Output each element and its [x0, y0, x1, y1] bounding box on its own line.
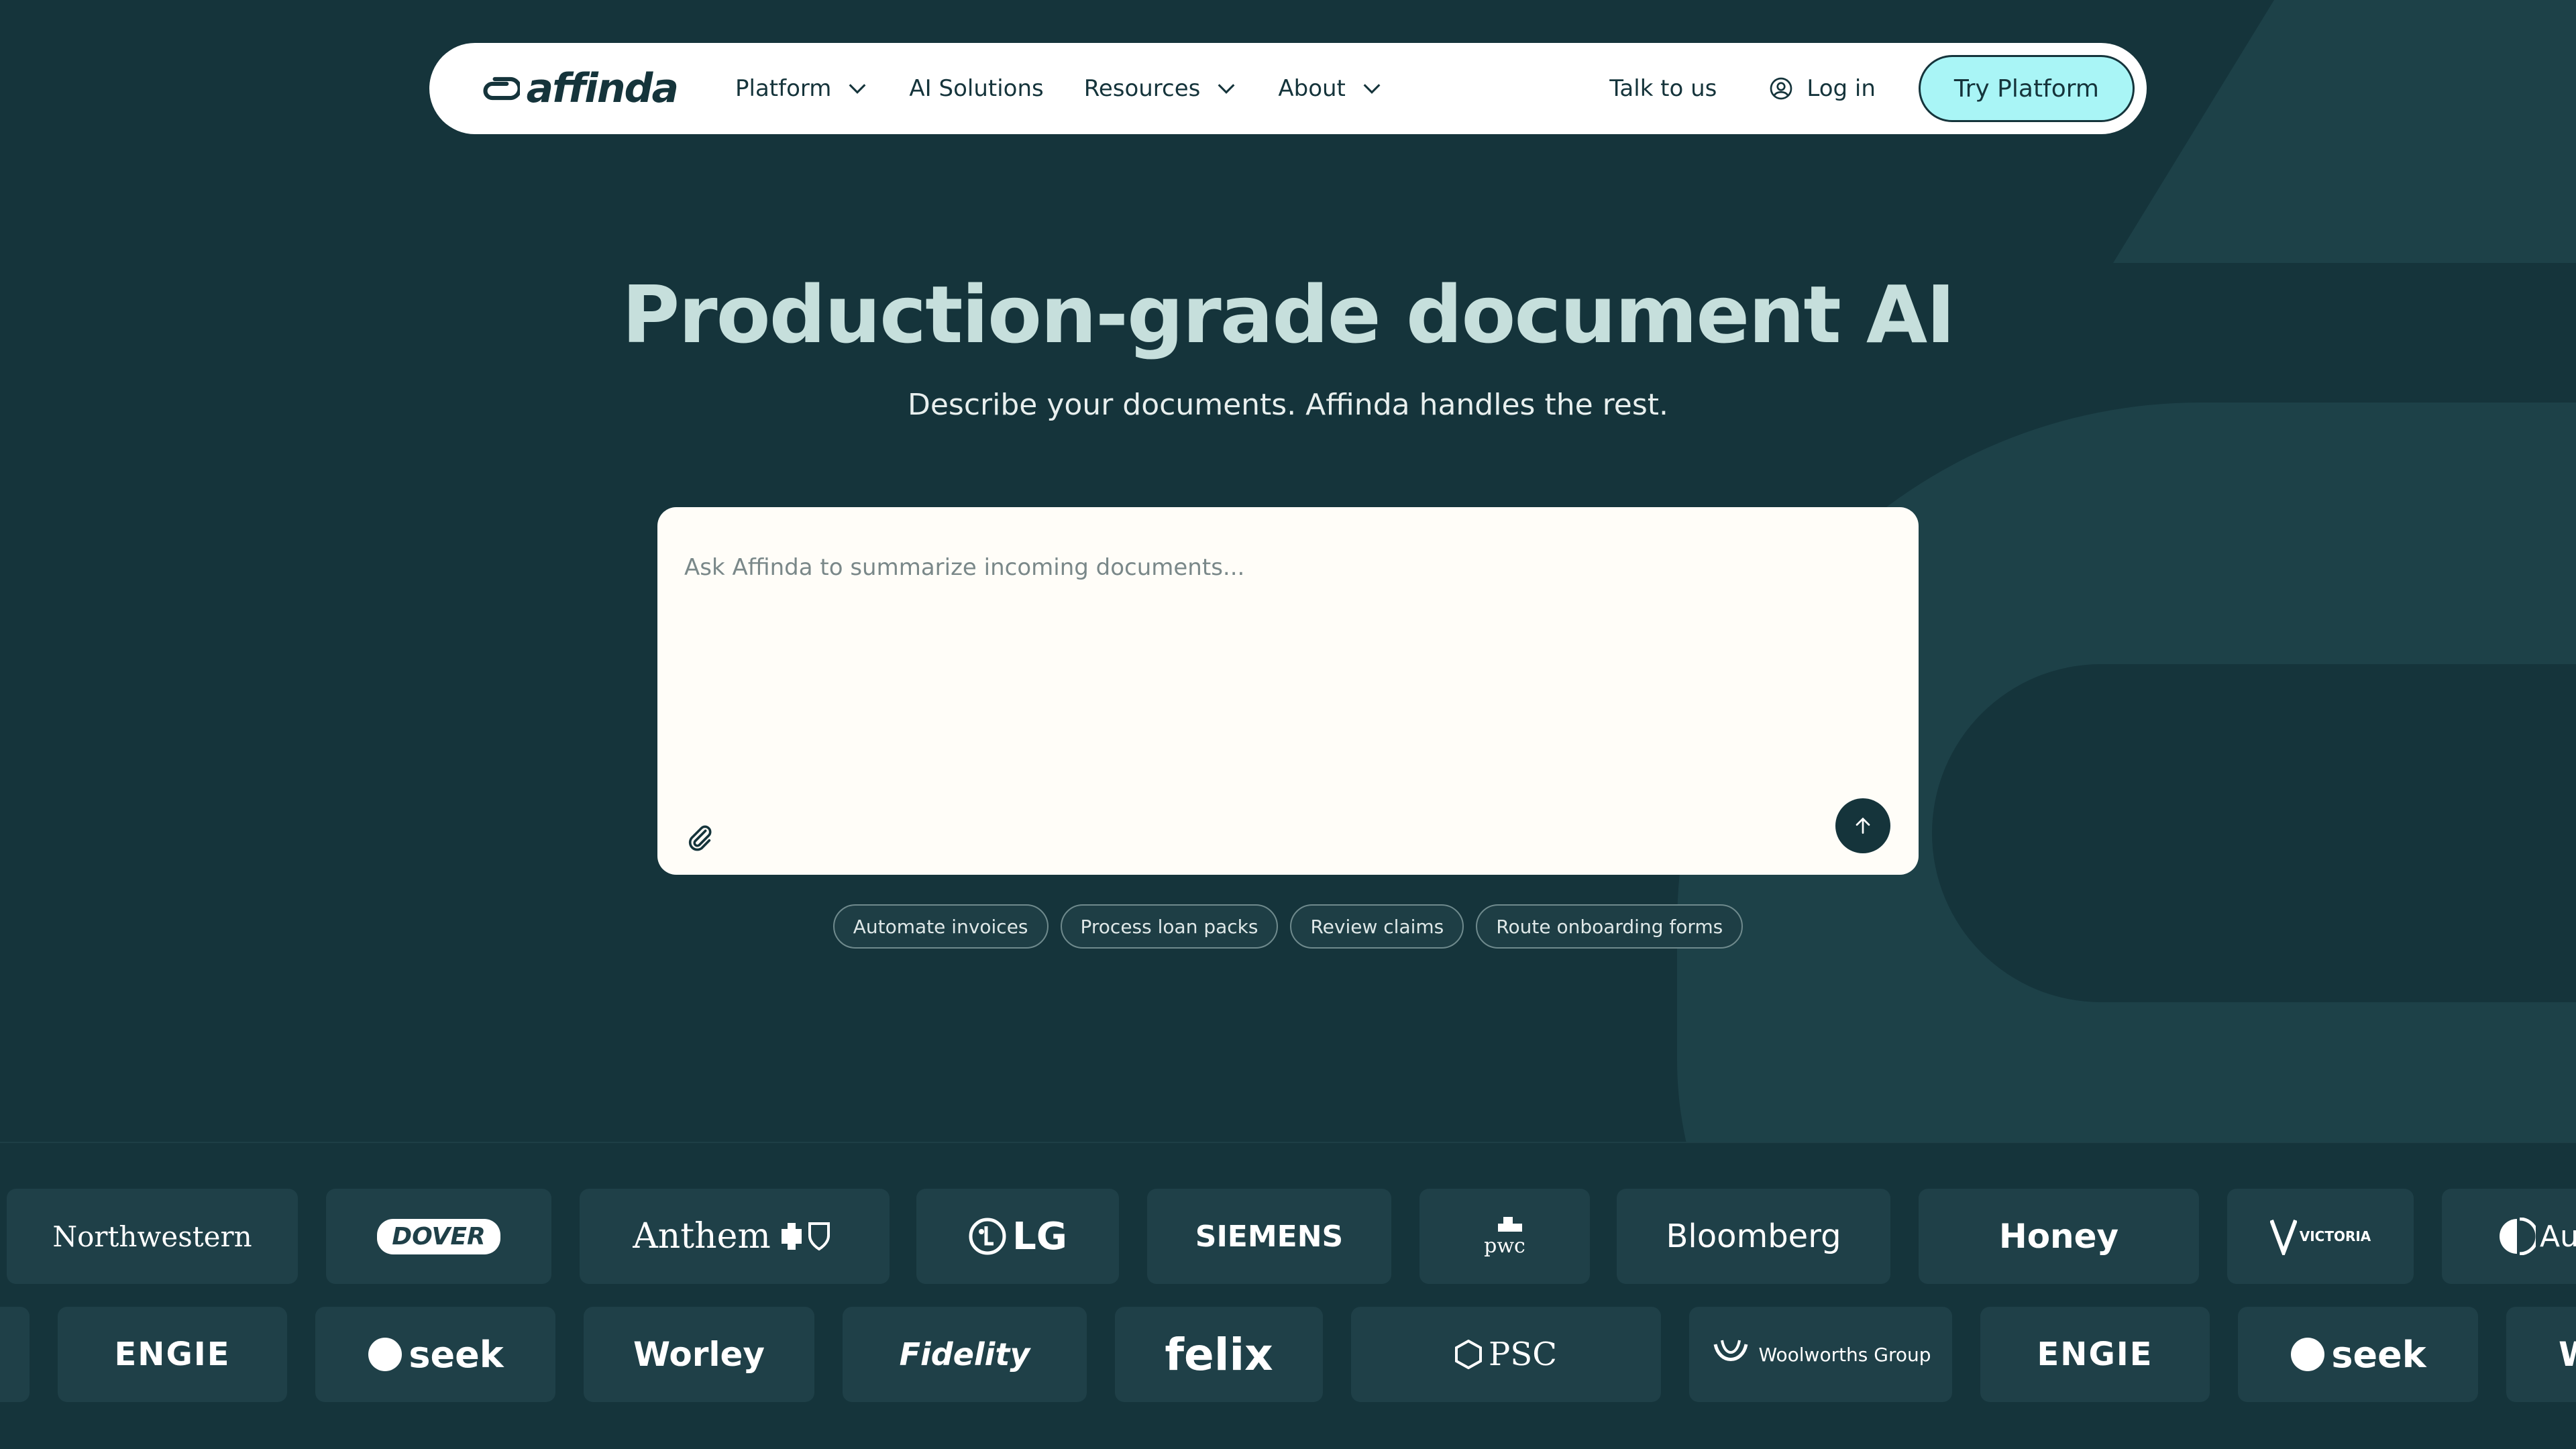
- logo-label: Anthem: [633, 1216, 771, 1256]
- nav-actions: Talk to us Log in Try Platform: [1609, 55, 2135, 122]
- logo-victoria: VICTORIA: [2227, 1189, 2414, 1284]
- logo-aus-partial: Aus: [2442, 1189, 2576, 1284]
- logo-label: seek: [2331, 1333, 2426, 1376]
- chevron-down-icon: [849, 84, 866, 94]
- logo-honey: Honey: [1919, 1189, 2199, 1284]
- logo-worley: Worley: [584, 1307, 814, 1402]
- chevron-down-icon: [1363, 84, 1381, 94]
- background-arc-inner-shape: [1932, 664, 2576, 1002]
- prompt-box: [657, 507, 1919, 875]
- suggestion-chips: Automate invoices Process loan packs Rev…: [0, 904, 2576, 949]
- top-navbar: affinda Platform AI Solutions Resources …: [429, 43, 2147, 134]
- chip-review-claims[interactable]: Review claims: [1290, 904, 1464, 949]
- logo-label: Honey: [1998, 1217, 2119, 1256]
- logo-label: Woolworths Group: [1758, 1343, 1931, 1366]
- logo-label: Fidelity: [899, 1336, 1030, 1373]
- logo-label: seek: [409, 1333, 504, 1376]
- logo-engie: ENGIE: [1980, 1307, 2210, 1402]
- nav-item-label: AI Solutions: [909, 75, 1044, 102]
- logo-label: pwc: [1484, 1234, 1525, 1258]
- logo-label: LG: [1012, 1214, 1067, 1258]
- nav-item-label: Platform: [735, 75, 832, 102]
- send-button[interactable]: [1835, 798, 1890, 853]
- logo-engie: ENGIE: [58, 1307, 287, 1402]
- logo-label: SIEMENS: [1195, 1219, 1344, 1254]
- chevron-down-icon: [1218, 84, 1235, 94]
- logo-felix: felix: [1115, 1307, 1323, 1402]
- logo-label: felix: [1165, 1328, 1273, 1381]
- nav-item-label: About: [1278, 75, 1346, 102]
- user-circle-icon: [1770, 77, 1792, 100]
- logo-fidelity: Fidelity: [843, 1307, 1087, 1402]
- brand-logo[interactable]: affinda: [483, 62, 679, 115]
- nav-item-about[interactable]: About: [1278, 75, 1383, 102]
- logo-label: Northwestern: [52, 1220, 252, 1253]
- logo-northwestern: Northwestern: [7, 1189, 298, 1284]
- logo-seek: seek: [315, 1307, 555, 1402]
- logo-label: PSC: [1489, 1336, 1557, 1373]
- hero-subtitle: Describe your documents. Affinda handles…: [907, 388, 1668, 422]
- logo-anthem: Anthem: [580, 1189, 890, 1284]
- brand-name: affinda: [526, 65, 679, 112]
- logo-label: VICTORIA: [2299, 1228, 2371, 1244]
- lg-face-icon: [969, 1218, 1006, 1255]
- logo-label: W: [2559, 1335, 2576, 1374]
- psc-cube-icon: [1455, 1340, 1483, 1369]
- paperclip-icon[interactable]: [684, 822, 715, 853]
- shield-icon: [781, 1222, 830, 1251]
- nav-item-resources[interactable]: Resources: [1084, 75, 1238, 102]
- seek-dots-icon: [368, 1338, 402, 1371]
- logo-seek: seek: [2238, 1307, 2478, 1402]
- logo-psc: PSC: [1351, 1307, 1661, 1402]
- partial-logo-icon: [2500, 1218, 2536, 1255]
- page-root: affinda Platform AI Solutions Resources …: [0, 0, 2576, 1449]
- victoria-v-icon: [2269, 1219, 2297, 1255]
- nav-item-ai-solutions[interactable]: AI Solutions: [909, 75, 1043, 102]
- nav-item-label: Resources: [1083, 75, 1201, 102]
- logo-label: Aus: [2540, 1219, 2576, 1254]
- chip-route-onboarding-forms[interactable]: Route onboarding forms: [1476, 904, 1743, 949]
- logo-label: DOVER: [377, 1218, 500, 1254]
- logo-siemens: SIEMENS: [1147, 1189, 1391, 1284]
- hero-title: Production-grade document AI: [621, 268, 1955, 361]
- nav-item-platform[interactable]: Platform: [735, 75, 869, 102]
- prompt-input[interactable]: [684, 547, 1878, 588]
- logo-label: ENGIE: [114, 1336, 231, 1373]
- logo-lg: LG: [916, 1189, 1119, 1284]
- talk-to-us-link[interactable]: Talk to us: [1609, 75, 1717, 102]
- login-label: Log in: [1807, 75, 1876, 102]
- background-wedge-shape: [2113, 0, 2576, 263]
- logo-pwc: pwc: [1419, 1189, 1590, 1284]
- chip-process-loan-packs[interactable]: Process loan packs: [1060, 904, 1279, 949]
- logo-dover: DOVER: [326, 1189, 551, 1284]
- affinda-logo-icon: [483, 76, 520, 101]
- pwc-mark-icon: [1498, 1216, 1522, 1232]
- logo-partial-left: [0, 1307, 30, 1402]
- login-link[interactable]: Log in: [1769, 75, 1876, 102]
- try-platform-button[interactable]: Try Platform: [1918, 55, 2135, 122]
- woolworths-leaf-icon: [1714, 1340, 1748, 1361]
- nav-menu: Platform AI Solutions Resources About: [735, 75, 1424, 102]
- logo-partial-right: W: [2506, 1307, 2576, 1402]
- logo-woolworths: Woolworths Group: [1689, 1307, 1952, 1402]
- seek-dots-icon: [2291, 1338, 2325, 1371]
- logo-label: ENGIE: [2037, 1336, 2153, 1373]
- logo-label: Bloomberg: [1666, 1218, 1841, 1255]
- logo-bloomberg: Bloomberg: [1617, 1189, 1890, 1284]
- chip-automate-invoices[interactable]: Automate invoices: [833, 904, 1049, 949]
- logos-band: [0, 1142, 2576, 1449]
- arrow-up-icon: [1856, 817, 1870, 834]
- logo-label: Worley: [633, 1335, 765, 1374]
